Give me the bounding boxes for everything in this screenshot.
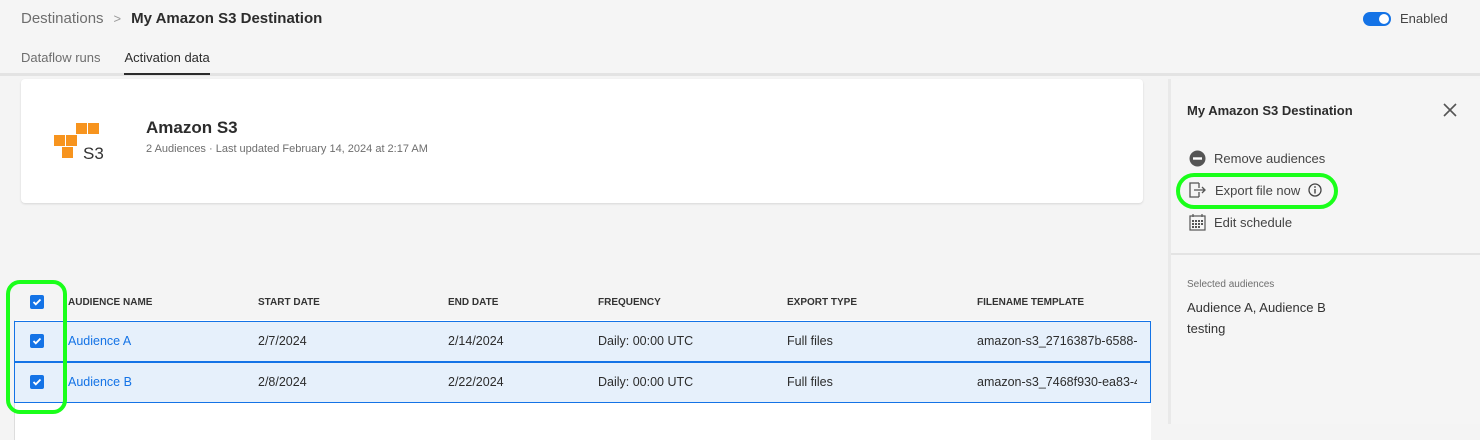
audience-name-link[interactable]: Audience A (68, 334, 131, 348)
export-type: Full files (787, 334, 833, 348)
breadcrumb-current: My Amazon S3 Destination (131, 10, 323, 27)
selected-audiences-value: Audience A, Audience B (1187, 300, 1326, 315)
tab-dataflow-runs[interactable]: Dataflow runs (21, 50, 100, 75)
filename-template: amazon-s3_2716387b-6588-4 (977, 334, 1137, 348)
card-subtitle: 2 Audiences · Last updated February 14, … (146, 143, 428, 155)
selected-audiences-label: Selected audiences (1187, 279, 1275, 290)
end-date: 2/14/2024 (448, 334, 504, 348)
header-audience-name[interactable]: AUDIENCE NAME (68, 297, 152, 308)
action-label: Remove audiences (1214, 151, 1326, 166)
end-date: 2/22/2024 (448, 375, 504, 389)
frequency: Daily: 00:00 UTC (598, 375, 694, 389)
remove-audiences-button[interactable]: Remove audiences (1189, 150, 1325, 167)
header-start-date[interactable]: START DATE (258, 297, 320, 308)
selected-audiences-extra: testing (1187, 321, 1226, 336)
action-label: Edit schedule (1214, 215, 1293, 230)
enabled-toggle[interactable]: Enabled (1363, 11, 1448, 26)
export-type: Full files (787, 375, 833, 389)
header-frequency[interactable]: FREQUENCY (598, 297, 661, 308)
panel-title: My Amazon S3 Destination (1187, 103, 1353, 118)
tab-bar: Dataflow runs Activation data (21, 50, 210, 75)
svg-text:S3: S3 (83, 144, 104, 163)
edit-schedule-button[interactable]: Edit schedule (1189, 214, 1292, 231)
calendar-icon (1189, 214, 1206, 231)
breadcrumb: Destinations > My Amazon S3 Destination (21, 10, 322, 27)
chevron-right-icon: > (113, 11, 122, 26)
frequency: Daily: 00:00 UTC (598, 334, 694, 348)
audiences-table: AUDIENCE NAME START DATE END DATE FREQUE… (14, 290, 1151, 440)
tab-activation-data[interactable]: Activation data (124, 50, 210, 75)
filename-template: amazon-s3_7468f930-ea83-4 (977, 375, 1137, 389)
toggle-label: Enabled (1400, 11, 1448, 26)
table-row[interactable]: Audience B 2/8/2024 2/22/2024 Daily: 00:… (14, 362, 1151, 403)
toggle-switch[interactable] (1363, 11, 1391, 26)
side-panel: My Amazon S3 Destination Remove audience… (1168, 79, 1480, 424)
amazon-s3-logo: S3 (54, 123, 104, 163)
card-title: Amazon S3 (146, 118, 238, 137)
header-end-date[interactable]: END DATE (448, 297, 498, 308)
checkbox-highlight (6, 280, 67, 414)
header-export-type[interactable]: EXPORT TYPE (787, 297, 857, 308)
start-date: 2/7/2024 (258, 334, 307, 348)
destination-card: S3 Amazon S3 2 Audiences · Last updated … (21, 79, 1143, 203)
table-row[interactable]: Audience A 2/7/2024 2/14/2024 Daily: 00:… (14, 321, 1151, 362)
header: Destinations > My Amazon S3 Destination … (0, 0, 1480, 76)
header-filename-template[interactable]: FILENAME TEMPLATE (977, 297, 1084, 308)
audience-name-link[interactable]: Audience B (68, 375, 132, 389)
remove-circle-icon (1189, 150, 1206, 167)
close-icon[interactable] (1443, 103, 1457, 117)
breadcrumb-destinations[interactable]: Destinations (21, 10, 104, 27)
export-highlight (1176, 173, 1338, 209)
start-date: 2/8/2024 (258, 375, 307, 389)
divider (1171, 253, 1480, 255)
